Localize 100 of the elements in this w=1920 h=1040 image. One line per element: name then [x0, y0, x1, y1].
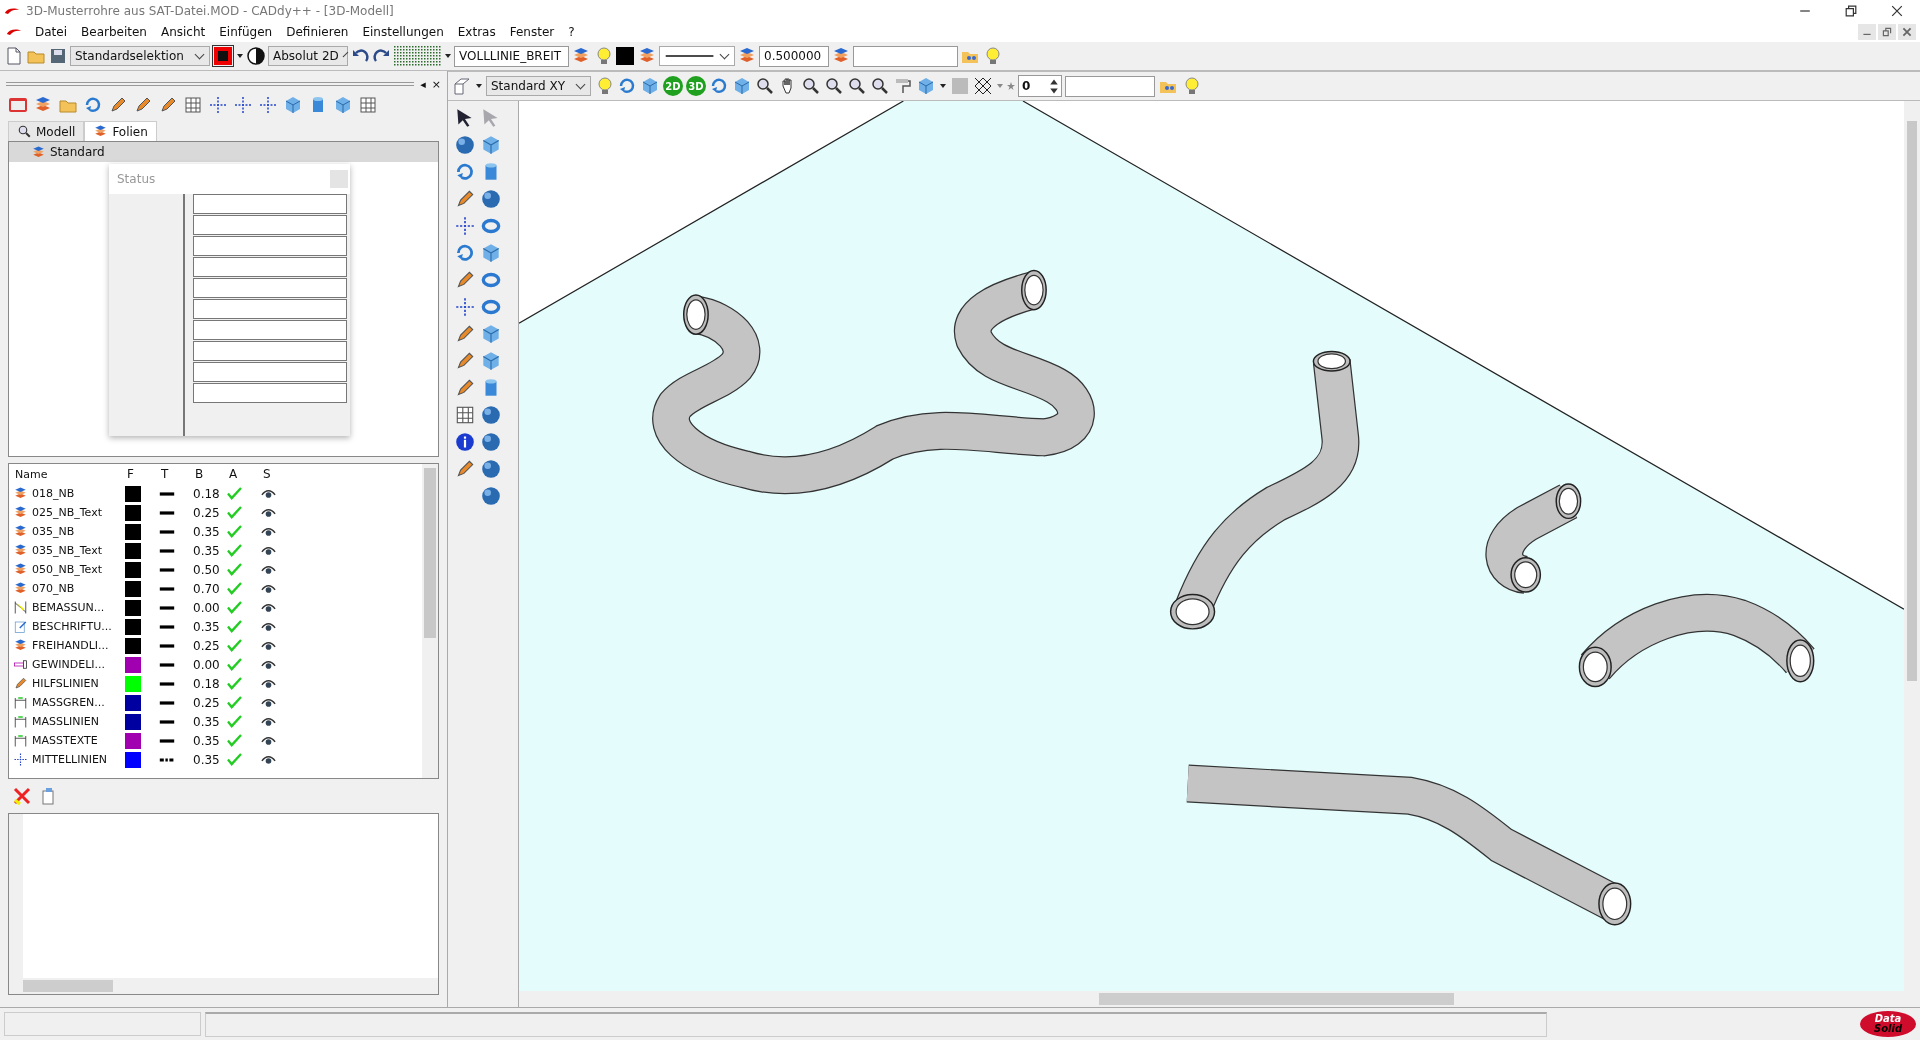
eye-icon[interactable] [261, 716, 276, 727]
eye-icon[interactable] [261, 754, 276, 765]
line-type-icon[interactable] [159, 604, 175, 611]
color-swatch[interactable] [125, 618, 141, 635]
line-type-icon[interactable] [159, 547, 175, 554]
layer-name[interactable]: GEWINDELI... [9, 657, 125, 672]
eye-icon[interactable] [261, 621, 276, 632]
text-field[interactable] [1065, 75, 1155, 97]
caret-icon[interactable] [475, 82, 483, 90]
cube-icon[interactable] [333, 95, 353, 115]
line-type-icon[interactable] [159, 623, 175, 630]
grid-dots-icon[interactable] [394, 46, 442, 66]
panel-collapse-button[interactable]: ◂ [420, 77, 426, 91]
line-type-icon[interactable] [159, 528, 175, 535]
menu-item[interactable]: Fenster [502, 25, 562, 39]
pencil-icon[interactable] [108, 95, 128, 115]
rotate-icon[interactable] [454, 242, 476, 264]
info-icon[interactable] [454, 431, 476, 453]
color-swatch[interactable] [125, 713, 141, 730]
eye-icon[interactable] [261, 678, 276, 689]
check-icon[interactable] [227, 620, 242, 633]
line-type-icon[interactable] [159, 566, 175, 573]
check-icon[interactable] [227, 525, 242, 538]
pencil-icon[interactable] [454, 350, 476, 372]
sphere-icon[interactable] [480, 485, 502, 507]
sphere-icon[interactable] [480, 431, 502, 453]
menu-item[interactable]: Einfügen [212, 25, 280, 39]
pencil-icon[interactable] [454, 377, 476, 399]
eye-icon[interactable] [261, 640, 276, 651]
pencil-icon[interactable] [158, 95, 178, 115]
scrollbar[interactable] [9, 978, 438, 994]
cube-icon[interactable] [732, 76, 752, 96]
magnifier-icon[interactable] [755, 76, 775, 96]
color-swatch[interactable] [125, 656, 141, 673]
roller-icon[interactable] [893, 76, 913, 96]
cube-icon[interactable] [640, 76, 660, 96]
panel-close-button[interactable]: × [431, 77, 441, 91]
check-icon[interactable] [227, 639, 242, 652]
line-type-icon[interactable] [159, 737, 175, 744]
color-swatch[interactable] [125, 637, 141, 654]
rotate-icon[interactable] [617, 76, 637, 96]
column-header[interactable]: Name [9, 467, 127, 481]
status-field[interactable] [193, 236, 347, 256]
cube-icon[interactable] [916, 76, 936, 96]
menu-item[interactable]: Datei [28, 25, 74, 39]
color-swatch[interactable] [125, 732, 141, 749]
rotate-icon[interactable] [454, 161, 476, 183]
eye-icon[interactable] [261, 545, 276, 556]
eye-icon[interactable] [261, 564, 276, 575]
line-type-icon[interactable] [159, 699, 175, 706]
status-field[interactable] [193, 383, 347, 403]
color-swatch[interactable] [125, 599, 141, 616]
cube-icon[interactable] [480, 134, 502, 156]
view-dropdown[interactable]: Standard XY [486, 76, 591, 96]
eye-icon[interactable] [261, 507, 276, 518]
status-field[interactable] [193, 215, 347, 235]
cube-icon[interactable] [480, 242, 502, 264]
caret-icon[interactable] [939, 82, 947, 90]
caret-icon[interactable] [236, 52, 244, 60]
status-field[interactable] [193, 341, 347, 361]
column-header[interactable]: T [161, 467, 195, 481]
layer-name[interactable]: 050_NB_Text [9, 562, 125, 577]
cube-icon[interactable] [480, 323, 502, 345]
pencil-icon[interactable] [454, 323, 476, 345]
line-type-dropdown[interactable] [659, 46, 735, 66]
panel-tab[interactable]: Folien [84, 121, 157, 141]
check-icon[interactable] [227, 677, 242, 690]
scrollbar[interactable] [422, 464, 438, 778]
line-type-icon[interactable] [159, 642, 175, 649]
line-width-field[interactable]: 0.500000 [759, 45, 829, 67]
check-icon[interactable] [227, 506, 242, 519]
color-swatch[interactable] [125, 542, 141, 559]
status-field[interactable] [193, 299, 347, 319]
cube-icon[interactable] [283, 95, 303, 115]
color-swatch[interactable] [125, 675, 141, 692]
check-icon[interactable] [227, 487, 242, 500]
status-field[interactable] [193, 278, 347, 298]
menu-item[interactable]: ? [561, 25, 582, 39]
check-icon[interactable] [227, 715, 242, 728]
pipe[interactable] [1485, 483, 1582, 594]
layer-name[interactable]: 070_NB [9, 581, 125, 596]
color-swatch[interactable] [125, 561, 141, 578]
delete-icon[interactable] [12, 786, 32, 806]
scrollbar[interactable] [9, 814, 23, 978]
layer-name[interactable]: FREIHANDLI... [9, 638, 125, 653]
rotate-icon[interactable] [83, 95, 103, 115]
column-header[interactable]: S [263, 467, 297, 481]
pencil-icon[interactable] [133, 95, 153, 115]
restore-button[interactable] [1878, 24, 1896, 40]
sphere-icon[interactable] [480, 404, 502, 426]
sphere-icon[interactable] [454, 134, 476, 156]
text-field[interactable] [853, 45, 958, 67]
eye-icon[interactable] [261, 659, 276, 670]
eye-icon[interactable] [261, 602, 276, 613]
eye-icon[interactable] [261, 526, 276, 537]
layer-name[interactable]: MASSGREN... [9, 695, 125, 710]
minimize-button[interactable] [1858, 24, 1876, 40]
magnifier-icon[interactable] [824, 76, 844, 96]
status-field[interactable] [193, 194, 347, 214]
pencil-icon[interactable] [454, 458, 476, 480]
